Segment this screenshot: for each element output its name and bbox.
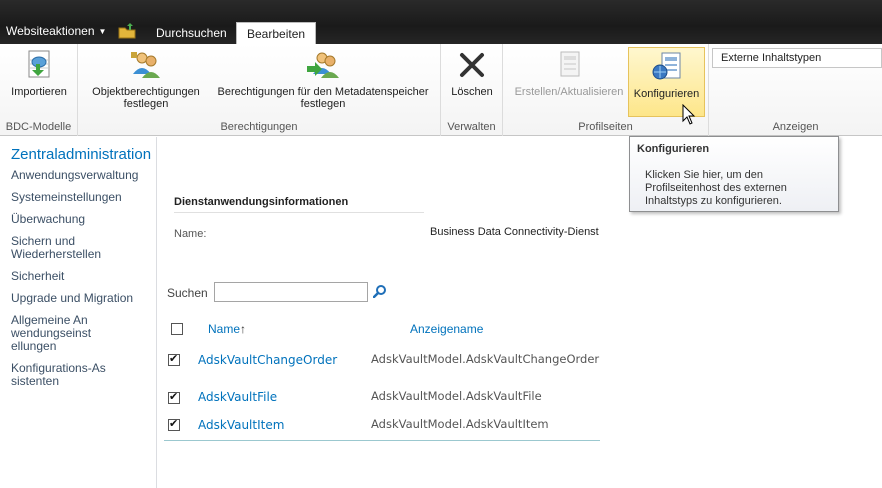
- create-update-button[interactable]: Erstellen/Aktualisieren: [507, 48, 631, 98]
- row-checkbox[interactable]: [168, 390, 180, 404]
- delete-label: Löschen: [451, 86, 493, 98]
- table-bottom-divider: [164, 440, 600, 441]
- service-name-label: Name:: [174, 228, 207, 240]
- configure-icon: [652, 52, 680, 80]
- users-icon: [131, 52, 160, 78]
- mouse-cursor-icon: [682, 104, 696, 125]
- nav-item-security[interactable]: Sicherheit: [11, 270, 64, 283]
- left-navigation: Zentraladministration Anwendungsverwaltu…: [0, 137, 157, 488]
- table-row-display-name: AdskVaultModel.AdskVaultItem: [371, 417, 549, 431]
- table-row-display-name: AdskVaultModel.AdskVaultFile: [371, 389, 542, 403]
- search-icon[interactable]: [373, 284, 387, 298]
- group-label: BDC-Modelle: [5, 121, 72, 133]
- view-dropdown[interactable]: Externe Inhaltstypen: [712, 48, 882, 68]
- tab-edit[interactable]: Bearbeiten: [236, 22, 317, 44]
- site-actions-label: Websiteaktionen: [6, 24, 95, 38]
- nav-item-monitoring[interactable]: Überwachung: [11, 213, 85, 226]
- nav-item-configuration-wizards[interactable]: Konfigurations-Assistenten: [11, 362, 111, 388]
- import-label: Importieren: [11, 86, 67, 98]
- select-all-checkbox[interactable]: [171, 323, 183, 335]
- group-label: Berechtigungen: [220, 121, 298, 133]
- navigate-up-icon[interactable]: [118, 23, 136, 39]
- column-header-name-label: Name: [208, 322, 241, 336]
- row-checkbox[interactable]: [168, 417, 180, 431]
- group-label: Anzeigen: [772, 121, 819, 133]
- nav-title-central-admin[interactable]: Zentraladministration: [11, 146, 151, 163]
- site-actions-menu[interactable]: Websiteaktionen ▼: [6, 24, 106, 38]
- table-row-display-name: AdskVaultModel.AdskVaultChangeOrder: [371, 352, 600, 366]
- tab-browse[interactable]: Durchsuchen: [146, 22, 237, 44]
- configure-tooltip: Konfigurieren Klicken Sie hier, um den P…: [629, 136, 839, 212]
- users-arrow-icon: [307, 52, 339, 78]
- import-icon: [28, 50, 50, 78]
- set-metadata-store-permissions-label: Berechtigungen für den Metadatenspeicher…: [217, 86, 429, 110]
- tooltip-body: Klicken Sie hier, um den Profilseitenhos…: [645, 169, 787, 207]
- group-permissions: Objektberechtigungen festlegen Berechtig…: [78, 44, 441, 136]
- group-profile-pages: Erstellen/Aktualisieren Konfigurieren Pr…: [503, 44, 709, 136]
- nav-item-application-management[interactable]: Anwendungsverwaltung: [11, 169, 138, 182]
- nav-item-general-app-settings[interactable]: Allgemeine Anwendungseinstellungen: [11, 314, 96, 353]
- nav-item-backup-restore[interactable]: Sichern und Wiederherstellen: [11, 235, 111, 261]
- set-metadata-store-permissions-button[interactable]: Berechtigungen für den Metadatenspeicher…: [209, 48, 437, 110]
- top-bar: Websiteaktionen ▼ Durchsuchen Bearbeiten: [0, 0, 882, 44]
- delete-icon: [460, 53, 484, 77]
- sort-ascending-icon: ↑: [240, 322, 247, 336]
- table-row-name-link[interactable]: AdskVaultFile: [198, 390, 277, 404]
- set-object-permissions-label: Objektberechtigungen festlegen: [92, 86, 200, 110]
- chevron-down-icon: ▼: [98, 26, 107, 36]
- row-checkbox[interactable]: [168, 352, 180, 366]
- group-bdc-models: Importieren BDC-Modelle: [0, 44, 78, 136]
- create-update-label: Erstellen/Aktualisieren: [514, 86, 624, 98]
- import-button[interactable]: Importieren: [4, 48, 74, 98]
- service-info-heading: Dienstanwendungsinformationen: [174, 196, 424, 213]
- tooltip-title: Konfigurieren: [637, 143, 710, 155]
- nav-item-upgrade-migration[interactable]: Upgrade und Migration: [11, 292, 133, 305]
- nav-item-system-settings[interactable]: Systemeinstellungen: [11, 191, 122, 204]
- table-row-name-link[interactable]: AdskVaultChangeOrder: [198, 353, 337, 367]
- group-label: Profilseiten: [578, 121, 633, 133]
- set-object-permissions-button[interactable]: Objektberechtigungen festlegen: [84, 48, 208, 110]
- create-update-icon: [560, 51, 580, 77]
- delete-button[interactable]: Löschen: [445, 48, 499, 98]
- table-row-name-link[interactable]: AdskVaultItem: [198, 418, 284, 432]
- service-name-value: Business Data Connectivity-Dienst: [430, 226, 599, 238]
- column-header-display-name[interactable]: Anzeigename: [410, 322, 483, 336]
- search-input[interactable]: [214, 282, 368, 302]
- configure-label: Konfigurieren: [633, 88, 700, 100]
- column-header-name[interactable]: Name↑: [208, 322, 246, 336]
- group-manage: Löschen Verwalten: [441, 44, 503, 136]
- group-label: Verwalten: [447, 121, 496, 133]
- search-label: Suchen: [167, 286, 208, 300]
